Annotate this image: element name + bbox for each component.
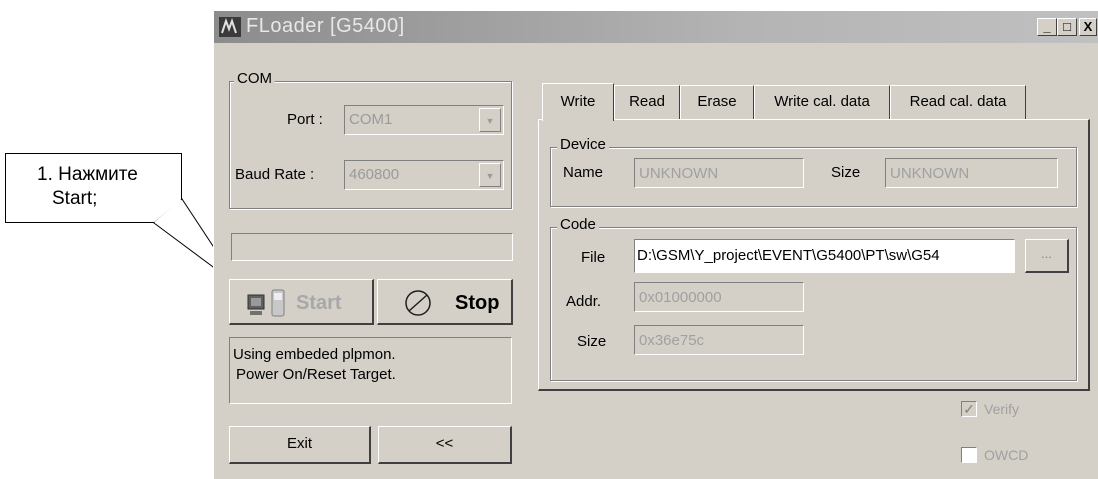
baud-rate-select[interactable]: 460800 ▼ xyxy=(344,160,504,190)
exit-button[interactable]: Exit xyxy=(229,426,371,464)
collapse-button[interactable]: << xyxy=(378,426,512,464)
stop-label: Stop xyxy=(455,292,500,314)
maximize-button[interactable]: □ xyxy=(1057,18,1077,36)
tab-read[interactable]: Read xyxy=(614,85,680,119)
file-label: File xyxy=(581,249,606,266)
verify-checkbox[interactable]: ✓ xyxy=(961,401,977,417)
progress-bar xyxy=(231,233,513,261)
phone-pc-icon xyxy=(247,289,285,317)
start-label: Start xyxy=(296,292,342,314)
file-path-input[interactable]: D:\GSM\Y_project\EVENT\G5400\PT\sw\G54 xyxy=(634,239,1015,273)
title-bar[interactable]: FLoader [G5400] _ □ X xyxy=(214,11,1098,43)
status-box: Using embeded plpmon. Power On/Reset Tar… xyxy=(229,337,512,404)
browse-button[interactable]: ... xyxy=(1025,239,1069,273)
baud-rate-value: 460800 xyxy=(349,166,400,183)
addr-label: Addr. xyxy=(566,293,602,310)
device-size-field: UNKNOWN xyxy=(885,158,1058,188)
stop-icon xyxy=(405,290,431,316)
device-name-value: UNKNOWN xyxy=(639,165,719,182)
status-line2: Power On/Reset Target. xyxy=(236,366,396,383)
device-legend: Device xyxy=(557,136,609,153)
device-name-field: UNKNOWN xyxy=(634,158,804,188)
file-path-value: D:\GSM\Y_project\EVENT\G5400\PT\sw\G54 xyxy=(637,247,940,264)
app-icon xyxy=(219,17,241,37)
device-size-value: UNKNOWN xyxy=(890,165,970,182)
owcd-checkbox[interactable] xyxy=(961,447,977,463)
port-label: Port : xyxy=(287,111,323,128)
tab-erase[interactable]: Erase xyxy=(680,85,754,119)
close-button[interactable]: X xyxy=(1079,18,1097,36)
code-size-value: 0x36e75c xyxy=(639,332,705,349)
floader-window: FLoader [G5400] _ □ X COM Port : COM1 ▼ … xyxy=(213,10,1098,479)
device-size-label: Size xyxy=(831,164,861,181)
owcd-label: OWCD xyxy=(984,447,1029,463)
tab-write-cal-data[interactable]: Write cal. data xyxy=(754,85,890,119)
port-value: COM1 xyxy=(349,111,393,128)
device-name-label: Name xyxy=(563,164,604,181)
com-legend: COM xyxy=(234,70,275,87)
chevron-down-icon[interactable]: ▼ xyxy=(479,163,501,187)
status-line1: Using embeded plpmon. xyxy=(233,346,396,363)
tab-write[interactable]: Write xyxy=(542,83,614,121)
code-legend: Code xyxy=(557,216,599,233)
chevron-down-icon[interactable]: ▼ xyxy=(479,108,501,132)
port-select[interactable]: COM1 ▼ xyxy=(344,105,504,135)
stop-button[interactable]: Stop xyxy=(377,279,513,325)
baud-rate-label: Baud Rate : xyxy=(235,166,315,183)
verify-label: Verify xyxy=(984,401,1020,417)
minimize-button[interactable]: _ xyxy=(1037,18,1057,36)
code-size-label: Size xyxy=(577,333,607,350)
addr-field: 0x01000000 xyxy=(634,282,804,312)
start-button[interactable]: Start xyxy=(229,279,374,325)
window-title: FLoader [G5400] xyxy=(246,15,405,37)
code-size-field: 0x36e75c xyxy=(634,325,804,355)
tab-read-cal-data[interactable]: Read cal. data xyxy=(890,85,1026,119)
addr-value: 0x01000000 xyxy=(639,289,722,306)
checkmark-icon: ✓ xyxy=(963,401,975,417)
